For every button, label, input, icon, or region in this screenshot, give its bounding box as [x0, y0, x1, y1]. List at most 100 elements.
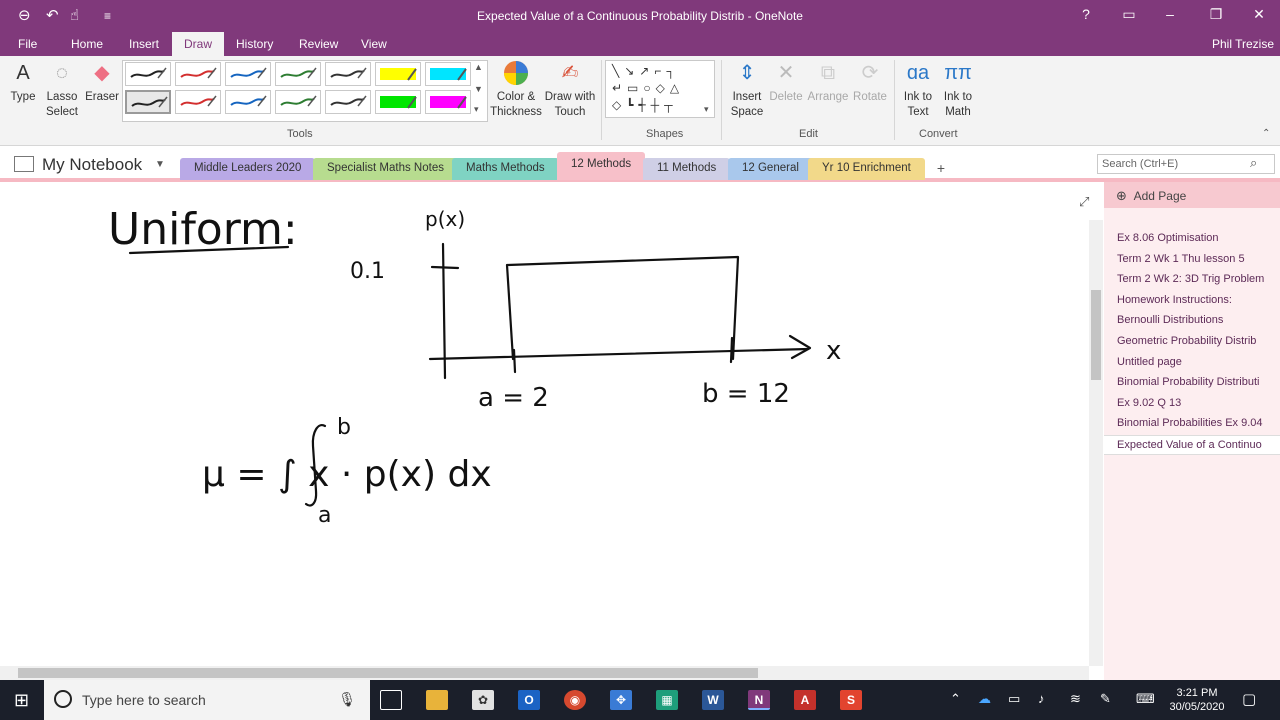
rotate-button[interactable]: ⟳ Rotate	[850, 60, 890, 105]
pen-swatch[interactable]	[275, 90, 321, 114]
search-icon[interactable]: ⌕	[1250, 155, 1257, 171]
onenote-icon[interactable]: N	[748, 690, 770, 710]
pen-swatch[interactable]	[375, 62, 421, 86]
microphone-icon[interactable]: 🎙	[338, 691, 356, 708]
pen-swatch[interactable]	[325, 62, 371, 86]
tab-history[interactable]: History	[236, 37, 273, 51]
tab-review[interactable]: Review	[299, 37, 338, 51]
onedrive-icon[interactable]: ☁	[978, 691, 991, 707]
pen-swatch[interactable]	[275, 62, 321, 86]
snagit-icon[interactable]: S	[840, 690, 862, 710]
notebook-dropdown-icon[interactable]: ▼	[155, 159, 165, 170]
pen-swatch[interactable]	[125, 62, 171, 86]
taskbar-search-input[interactable]: Type here to search 🎙	[44, 680, 370, 720]
arrange-button[interactable]: ⧉ Arrange	[806, 60, 850, 105]
pen-swatch[interactable]	[425, 90, 471, 114]
tab-view[interactable]: View	[361, 37, 387, 51]
page-list-item[interactable]: Expected Value of a Continuo	[1104, 435, 1280, 455]
notebook-name[interactable]: My Notebook	[42, 155, 142, 175]
word-icon[interactable]: W	[702, 690, 724, 710]
tab-home[interactable]: Home	[71, 37, 103, 51]
pen-icon[interactable]: ✎	[1100, 691, 1111, 707]
page-list-item[interactable]: Binomial Probability Distributi	[1117, 376, 1267, 388]
color-thickness-button[interactable]: Color & Thickness	[490, 60, 542, 120]
close-button[interactable]: ✕	[1249, 6, 1269, 23]
section-tab[interactable]: Middle Leaders 2020	[180, 158, 316, 180]
eraser-button[interactable]: ◆ Eraser	[84, 60, 120, 105]
tray-expand-icon[interactable]: ⌃	[950, 691, 961, 707]
type-button[interactable]: A Type	[6, 60, 40, 105]
page-canvas[interactable]: ⤢ Uniform: p(x) 0.1 x a = 2 b = 12 μ = ∫…	[0, 186, 1090, 666]
page-list-item[interactable]: Geometric Probability Distrib	[1117, 335, 1267, 347]
task-view-icon[interactable]	[380, 690, 402, 710]
tab-draw[interactable]: Draw	[172, 32, 225, 56]
section-tab[interactable]: 11 Methods	[643, 158, 731, 180]
horizontal-scroll-thumb[interactable]	[18, 668, 758, 678]
section-tab[interactable]: 12 Methods	[557, 152, 646, 180]
ribbon-display-button[interactable]: ▭	[1119, 6, 1139, 23]
pen-swatch[interactable]	[225, 90, 271, 114]
draw-with-touch-button[interactable]: ✍ Draw with Touch	[542, 60, 598, 120]
section-tab[interactable]: Maths Methods	[452, 158, 559, 180]
x-axis	[428, 347, 810, 361]
ink-to-math-button[interactable]: ππ Ink to Math	[938, 60, 978, 120]
volume-icon[interactable]: ♪	[1038, 691, 1045, 706]
collapse-ribbon-icon[interactable]: ⌃	[1262, 128, 1270, 139]
page-list-item[interactable]: Ex 9.02 Q 13	[1117, 397, 1267, 409]
pen-swatch[interactable]	[175, 62, 221, 86]
add-page-button[interactable]: ⊕ Add Page	[1104, 182, 1280, 208]
pdf-reader-icon[interactable]: A	[794, 690, 816, 710]
chrome-icon[interactable]: ◉	[564, 690, 586, 710]
vertical-scroll-thumb[interactable]	[1091, 290, 1101, 380]
vertical-scrollbar[interactable]	[1089, 220, 1103, 666]
lasso-select-button[interactable]: ◌ Lasso Select	[42, 60, 82, 120]
insert-space-icon: ⇕	[738, 62, 756, 84]
delete-button[interactable]: ✕ Delete	[768, 60, 804, 105]
page-list-item[interactable]: Term 2 Wk 2: 3D Trig Problem	[1117, 273, 1267, 285]
section-tab[interactable]: Yr 10 Enrichment	[808, 158, 925, 180]
wifi-icon[interactable]: ≋	[1070, 691, 1081, 707]
insert-space-button[interactable]: ⇕ Insert Space	[726, 60, 768, 120]
pen-swatch[interactable]	[175, 90, 221, 114]
gallery-up-icon[interactable]: ▲	[474, 62, 483, 72]
section-tab[interactable]: 12 General	[728, 158, 813, 180]
help-button[interactable]: ?	[1076, 6, 1096, 22]
app-settings-icon[interactable]: ✥	[610, 690, 632, 710]
file-explorer-icon[interactable]	[426, 690, 448, 710]
pen-swatch[interactable]	[425, 62, 471, 86]
gallery-down-icon[interactable]: ▼	[474, 84, 483, 94]
add-section-button[interactable]: +	[928, 160, 954, 180]
shapes-gallery[interactable]: ╲↘↗⌐┐ ↵▭○◇△ ◇┗┽┼┬	[605, 60, 715, 118]
page-list-item[interactable]: Untitled page	[1117, 356, 1267, 368]
pen-swatch[interactable]	[325, 90, 371, 114]
page-list-item[interactable]: Ex 8.06 Optimisation	[1117, 232, 1267, 244]
insert-space-label: Insert Space	[730, 91, 764, 118]
pen-swatch[interactable]	[225, 62, 271, 86]
page-list-item[interactable]: Binomial Probabilities Ex 9.04	[1117, 417, 1267, 429]
section-tab[interactable]: Specialist Maths Notes	[313, 158, 458, 180]
user-name[interactable]: Phil Trezise	[1212, 37, 1274, 51]
search-input[interactable]: Search (Ctrl+E)	[1097, 154, 1275, 174]
clock[interactable]: 3:21 PM 30/05/2020	[1162, 686, 1232, 714]
page-list-item[interactable]: Term 2 Wk 1 Thu lesson 5	[1117, 253, 1267, 265]
ink-drawing[interactable]: Uniform: p(x) 0.1 x a = 2 b = 12 μ = ∫ x…	[0, 186, 1090, 666]
minimize-button[interactable]: –	[1160, 6, 1180, 22]
shapes-more-icon[interactable]: ▾	[704, 104, 709, 115]
app-icon[interactable]: ✿	[472, 690, 494, 710]
tab-file[interactable]: File	[18, 37, 37, 51]
calculator-icon[interactable]: ▦	[656, 690, 678, 710]
battery-icon[interactable]: ▭	[1008, 691, 1020, 707]
page-list-item[interactable]: Bernoulli Distributions	[1117, 314, 1267, 326]
windows-start-icon[interactable]: ⊞	[14, 690, 29, 711]
notifications-icon[interactable]: ▢	[1242, 690, 1256, 708]
outlook-icon[interactable]: O	[518, 690, 540, 710]
ink-to-text-button[interactable]: ɑa Ink to Text	[898, 60, 938, 120]
pen-swatch[interactable]	[375, 90, 421, 114]
gallery-more-icon[interactable]: ▾	[474, 104, 479, 115]
pen-swatch[interactable]	[125, 90, 171, 114]
horizontal-scrollbar[interactable]	[0, 666, 1089, 680]
maximize-button[interactable]: ❐	[1206, 6, 1226, 23]
keyboard-icon[interactable]: ⌨	[1136, 691, 1155, 707]
page-list-item[interactable]: Homework Instructions:	[1117, 294, 1267, 306]
tab-insert[interactable]: Insert	[129, 37, 159, 51]
